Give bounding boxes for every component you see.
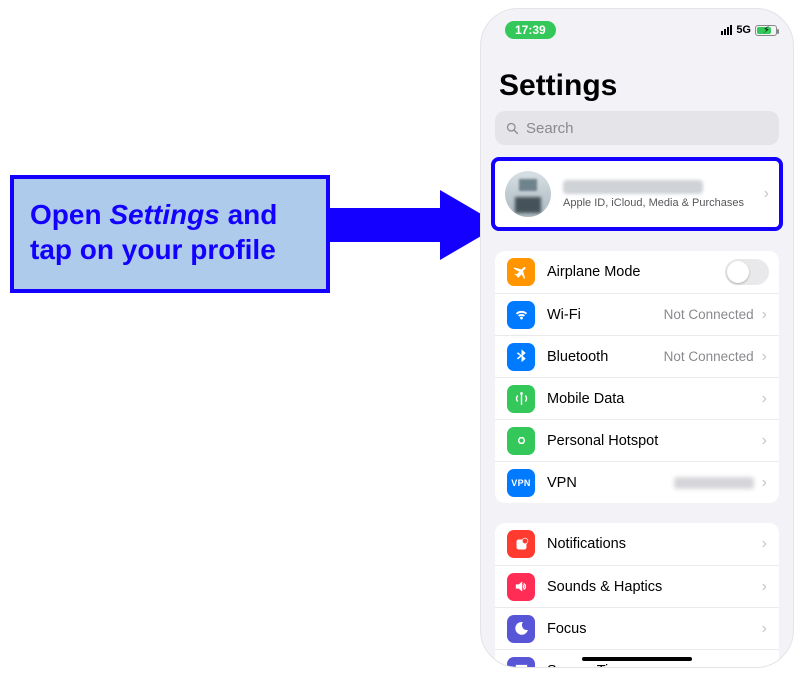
row-detail-redacted — [674, 477, 754, 489]
battery-icon: ⚡︎ — [755, 25, 777, 36]
row-label: Notifications — [547, 536, 760, 552]
row-label: Focus — [547, 621, 760, 637]
chevron-right-icon: › — [760, 578, 769, 596]
screentime-icon — [507, 657, 535, 669]
row-label: Sounds & Haptics — [547, 579, 760, 595]
row-mobile-data[interactable]: Mobile Data › — [495, 377, 779, 419]
home-indicator — [582, 657, 692, 661]
profile-row-highlight: Apple ID, iCloud, Media & Purchases › — [491, 157, 783, 231]
row-personal-hotspot[interactable]: Personal Hotspot › — [495, 419, 779, 461]
chevron-right-icon: › — [760, 432, 769, 450]
row-label: VPN — [547, 475, 674, 491]
signal-icon — [721, 25, 732, 35]
status-bar: 17:39 5G ⚡︎ — [481, 9, 793, 45]
row-label: Screen Time — [547, 663, 760, 669]
row-airplane-mode[interactable]: Airplane Mode — [495, 251, 779, 293]
search-icon — [505, 121, 520, 136]
instruction-callout: Open Settings and tap on your profile — [10, 175, 330, 293]
chevron-right-icon: › — [760, 306, 769, 324]
row-label: Mobile Data — [547, 391, 760, 407]
row-focus[interactable]: Focus › — [495, 607, 779, 649]
chevron-right-icon: › — [760, 348, 769, 366]
antenna-icon — [507, 385, 535, 413]
focus-icon — [507, 615, 535, 643]
settings-group-connectivity: Airplane Mode Wi-Fi Not Connected › Blue… — [495, 251, 779, 503]
row-bluetooth[interactable]: Bluetooth Not Connected › — [495, 335, 779, 377]
row-detail: Not Connected — [664, 307, 754, 322]
chevron-right-icon: › — [762, 185, 771, 203]
airplane-toggle[interactable] — [725, 259, 769, 285]
iphone-frame: 17:39 5G ⚡︎ Settings Search Apple ID, iC… — [480, 8, 794, 668]
row-label: Personal Hotspot — [547, 433, 760, 449]
row-sounds[interactable]: Sounds & Haptics › — [495, 565, 779, 607]
network-label: 5G — [736, 24, 751, 36]
row-label: Bluetooth — [547, 349, 664, 365]
arrow-right-icon — [330, 190, 500, 260]
airplane-icon — [507, 258, 535, 286]
wifi-icon — [507, 301, 535, 329]
chevron-right-icon: › — [760, 474, 769, 492]
vpn-icon: VPN — [507, 469, 535, 497]
notifications-icon — [507, 530, 535, 558]
row-vpn[interactable]: VPN VPN › — [495, 461, 779, 503]
settings-group-system: Notifications › Sounds & Haptics › Focus… — [495, 523, 779, 668]
row-notifications[interactable]: Notifications › — [495, 523, 779, 565]
profile-name-redacted — [563, 180, 703, 194]
row-label: Airplane Mode — [547, 264, 725, 280]
profile-row[interactable]: Apple ID, iCloud, Media & Purchases › — [495, 161, 779, 227]
profile-subtitle: Apple ID, iCloud, Media & Purchases — [563, 197, 762, 209]
bluetooth-icon — [507, 343, 535, 371]
page-title: Settings — [481, 45, 793, 111]
chevron-right-icon: › — [760, 390, 769, 408]
row-wifi[interactable]: Wi-Fi Not Connected › — [495, 293, 779, 335]
link-icon — [507, 427, 535, 455]
chevron-right-icon: › — [760, 662, 769, 669]
time-pill: 17:39 — [505, 21, 556, 39]
chevron-right-icon: › — [760, 620, 769, 638]
search-input[interactable]: Search — [495, 111, 779, 145]
row-label: Wi-Fi — [547, 307, 664, 323]
avatar — [505, 171, 551, 217]
chevron-right-icon: › — [760, 535, 769, 553]
row-detail: Not Connected — [664, 349, 754, 364]
sounds-icon — [507, 573, 535, 601]
search-placeholder: Search — [526, 120, 574, 137]
